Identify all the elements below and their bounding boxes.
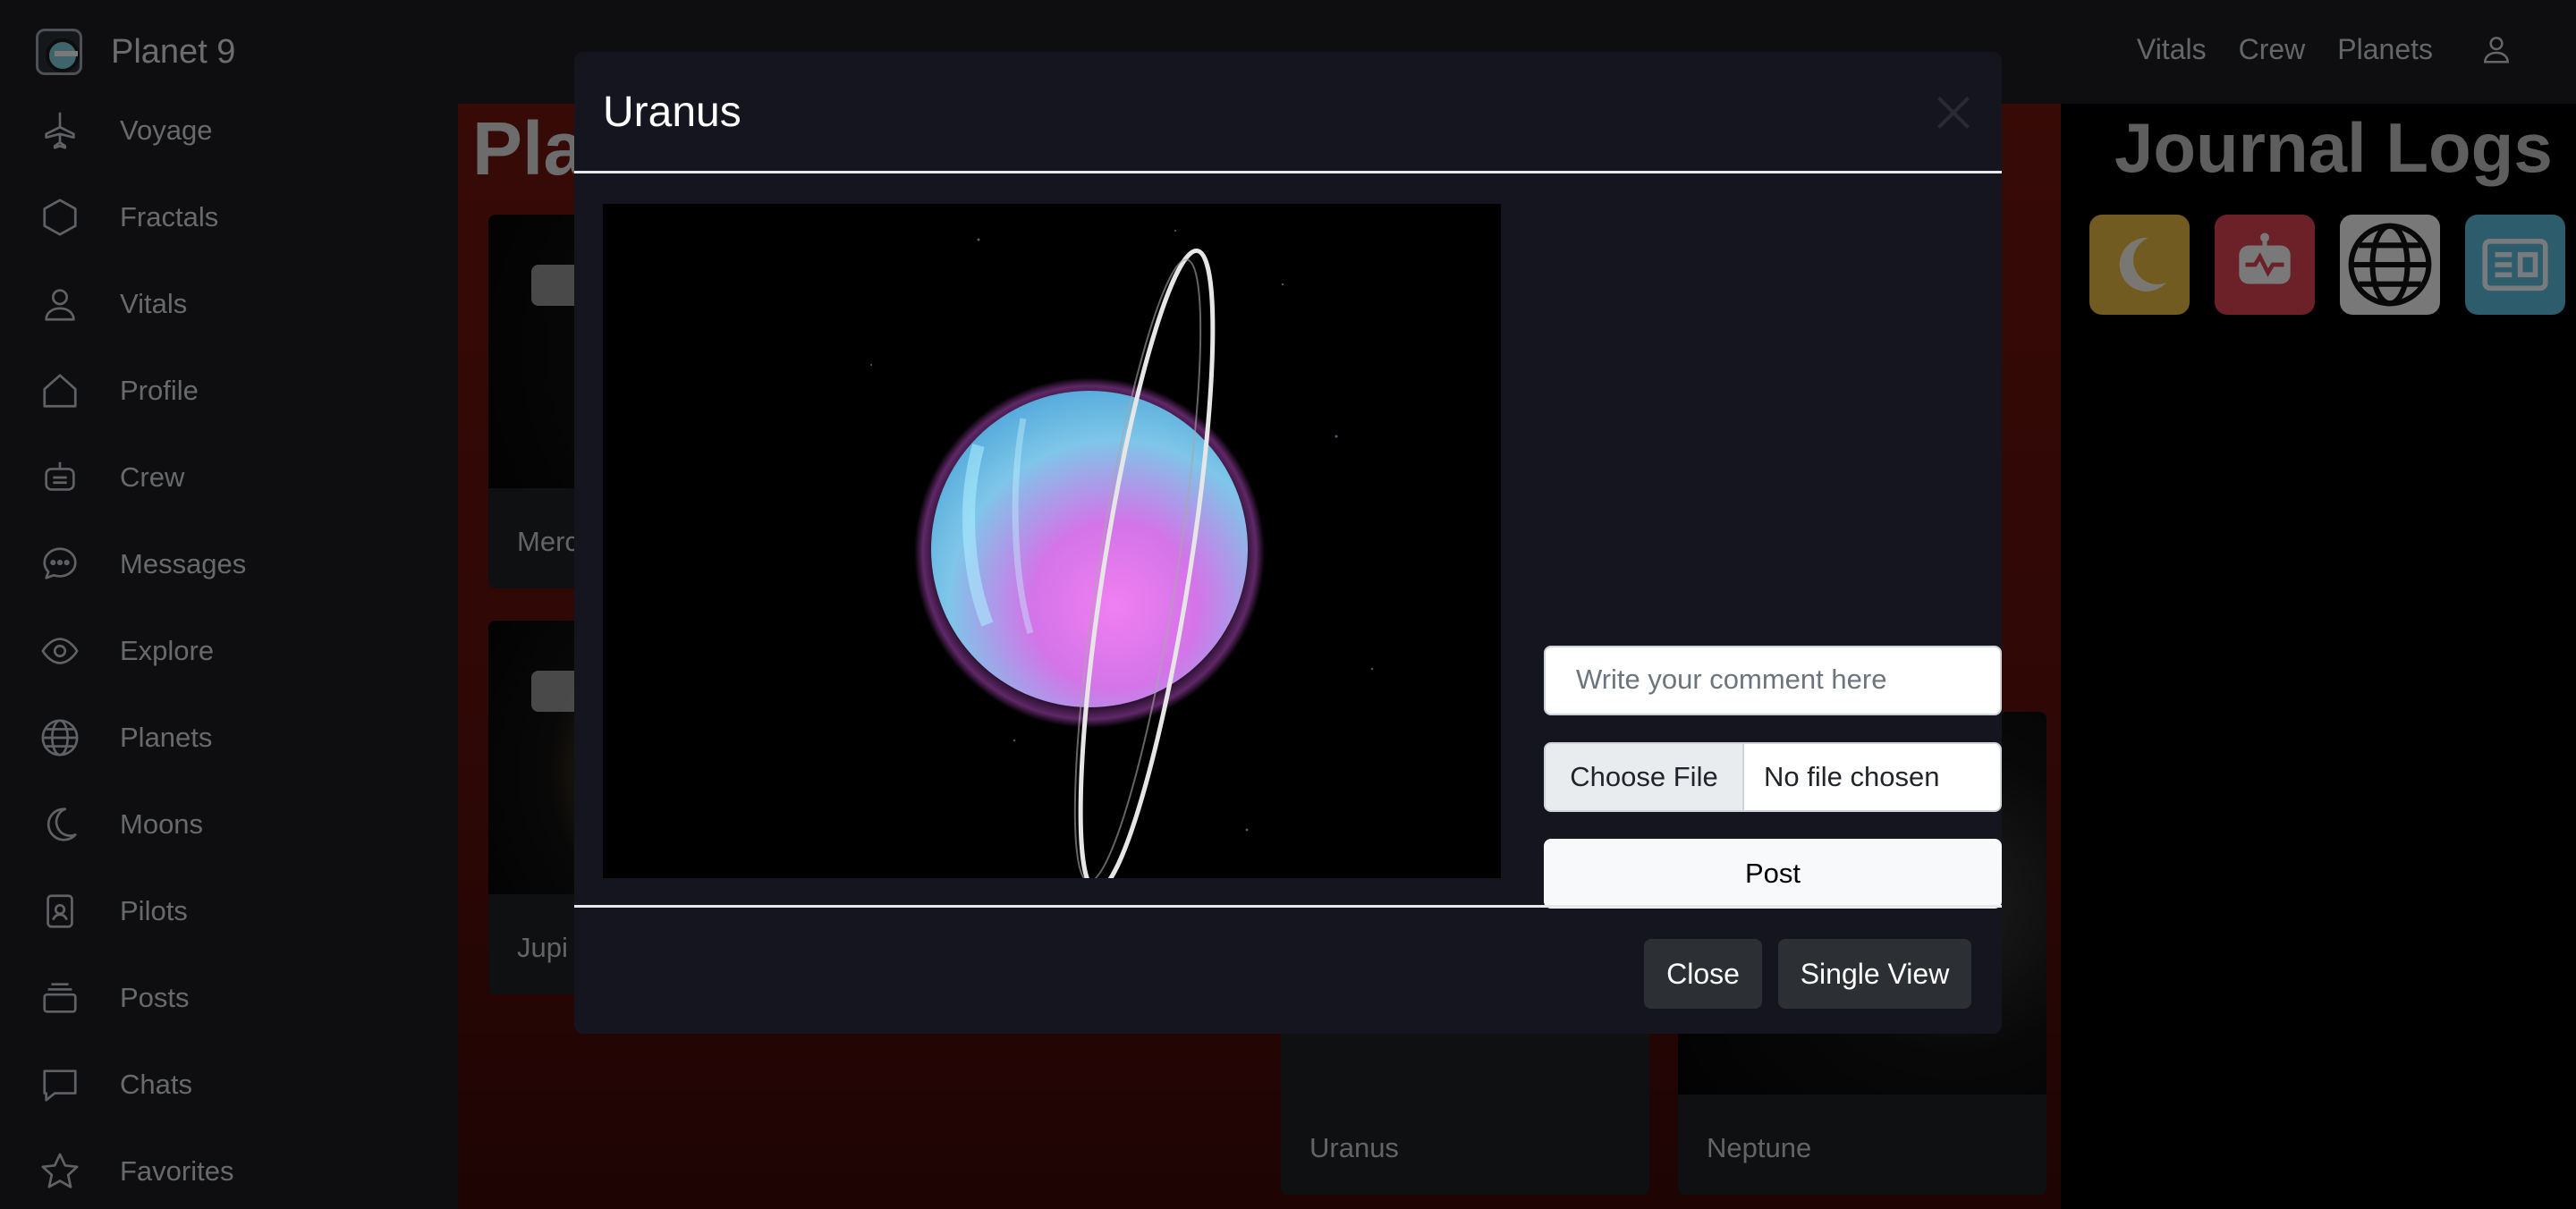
planet-image bbox=[603, 204, 1501, 878]
post-button[interactable]: Post bbox=[1544, 839, 2002, 909]
single-view-button[interactable]: Single View bbox=[1778, 939, 1971, 1009]
comment-input[interactable] bbox=[1544, 646, 2002, 715]
modal-header: Uranus bbox=[574, 52, 2002, 173]
file-status: No file chosen bbox=[1764, 761, 1940, 792]
planet-modal: Uranus Write your comment here Choose Fi… bbox=[574, 52, 2002, 1034]
close-icon[interactable] bbox=[1934, 93, 1973, 132]
modal-title: Uranus bbox=[603, 89, 741, 136]
file-input[interactable]: Choose File No file chosen bbox=[1544, 742, 2002, 812]
close-button[interactable]: Close bbox=[1644, 939, 1762, 1009]
choose-file-button[interactable]: Choose File bbox=[1546, 744, 1744, 810]
